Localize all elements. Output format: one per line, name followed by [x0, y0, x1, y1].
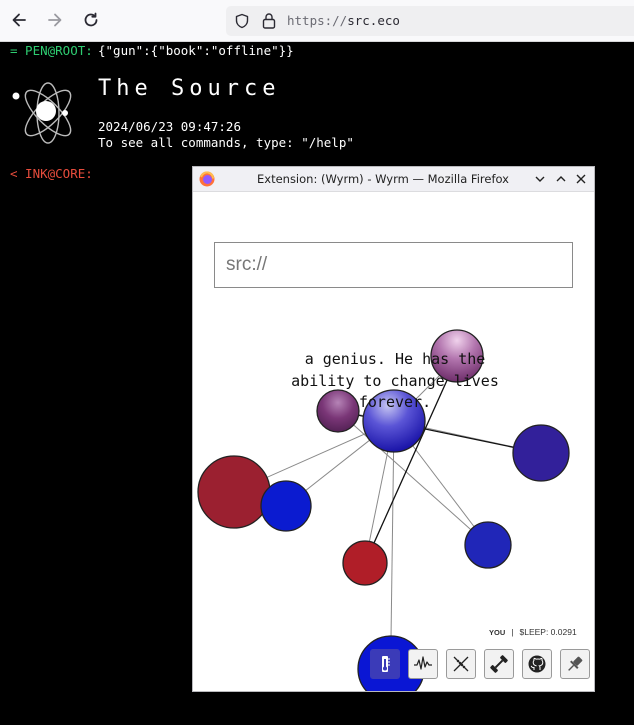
atom-logo: [12, 82, 72, 144]
root-json-output: {"gun":{"book":"offline"}}: [98, 43, 294, 58]
back-arrow-icon: [12, 13, 26, 27]
url-scheme: https://: [287, 13, 348, 28]
status-separator: |: [511, 627, 514, 637]
graph-node[interactable]: [197, 455, 271, 529]
github-icon: [528, 655, 546, 673]
popup-toolbar: [370, 649, 590, 679]
browser-toolbar: https://src.eco: [0, 0, 634, 42]
window-menu-button[interactable]: [531, 170, 549, 188]
quote-text: a genius. He has the ability to change l…: [291, 350, 499, 411]
url-host: src.eco: [347, 13, 400, 28]
pin-button[interactable]: [560, 649, 590, 679]
dna-icon: [453, 656, 469, 672]
graph-node[interactable]: [342, 540, 388, 586]
pin-icon: [568, 656, 583, 671]
dumbbell-icon: [490, 655, 508, 673]
extension-popup-window: Extension: (Wyrm) - Wyrm — Mozilla Firef…: [193, 167, 594, 691]
page-title: The Source: [98, 76, 281, 101]
popup-window-title: Extension: (Wyrm) - Wyrm — Mozilla Firef…: [257, 172, 509, 186]
search-input[interactable]: [224, 253, 568, 277]
thermometer-button[interactable]: [370, 649, 400, 679]
close-button[interactable]: [572, 170, 590, 188]
graph-node[interactable]: [464, 521, 512, 569]
github-button[interactable]: [522, 649, 552, 679]
url-text: https://src.eco: [287, 13, 400, 28]
forward-arrow-icon: [48, 13, 62, 27]
thermometer-icon: [382, 656, 390, 672]
root-prompt: = PEN@ROOT:: [10, 43, 93, 58]
lock-icon[interactable]: [261, 12, 277, 30]
core-prompt: < INK@CORE:: [10, 166, 93, 181]
reload-button[interactable]: [80, 9, 102, 31]
dna-button[interactable]: [446, 649, 476, 679]
sleep-value: $LEEP: 0.0291: [519, 627, 577, 637]
search-box[interactable]: [214, 242, 573, 288]
close-icon: [576, 174, 586, 184]
maximize-button[interactable]: [552, 170, 570, 188]
help-text: To see all commands, type: "/help": [98, 135, 354, 150]
popup-titlebar[interactable]: Extension: (Wyrm) - Wyrm — Mozilla Firef…: [193, 167, 594, 192]
chevron-up-icon: [556, 176, 566, 182]
url-bar[interactable]: https://src.eco: [226, 6, 634, 36]
reload-icon: [84, 12, 98, 27]
graph-node[interactable]: [512, 424, 570, 482]
user-label: YOU: [489, 628, 506, 637]
graph-node[interactable]: [260, 480, 312, 532]
status-line: YOU | $LEEP: 0.0291: [489, 627, 577, 637]
back-button[interactable]: [8, 9, 30, 31]
waveform-icon: [414, 656, 432, 670]
timestamp: 2024/06/23 09:47:26: [98, 119, 241, 134]
waveform-button[interactable]: [408, 649, 438, 679]
chevron-down-icon: [535, 176, 545, 182]
forward-button[interactable]: [44, 9, 66, 31]
firefox-icon: [199, 171, 215, 187]
shield-icon[interactable]: [234, 13, 250, 29]
dumbbell-button[interactable]: [484, 649, 514, 679]
